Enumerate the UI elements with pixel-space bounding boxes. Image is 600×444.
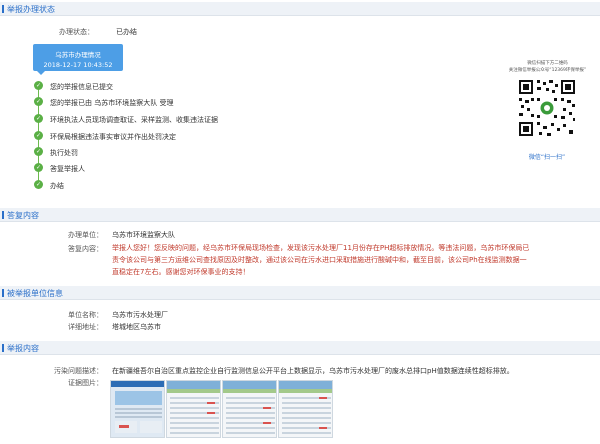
check-circle-icon: ✓ [34,131,43,140]
reply-content-value: 举报人您好！您反映的问题，经乌苏市环保局现场检查，发现该污水处理厂11月份存在P… [112,244,530,276]
timeline-step-label: 您的举报已由 乌苏市环境监察大队 受理 [50,99,174,107]
check-circle-icon: ✓ [34,180,43,189]
unit-name-value: 乌苏市污水处理厂 [112,311,168,319]
section-marker [2,5,4,13]
status-section-header: 举报办理状态 [0,2,600,16]
check-circle-icon: ✓ [34,147,43,156]
evidence-image-1[interactable] [110,380,165,438]
reply-content-label: 答复内容： [68,245,103,253]
evidence-image-4[interactable] [278,380,333,438]
section-title: 答复内容 [7,211,39,220]
reply-unit-label: 办理单位： [68,231,103,239]
city-box-datetime: 2018-12-17 10:43:52 [43,61,113,69]
problem-value: 在新疆维吾尔自治区重点监控企业自行监测信息公开平台上数据显示，乌苏市污水处理厂的… [112,367,514,375]
section-marker [2,211,4,219]
qr-note-line2: 关注微信举报公众号“12369环保举报” [508,68,587,73]
check-circle-icon: ✓ [34,81,43,90]
city-progress-box: 乌苏市办理情况 2018-12-17 10:43:52 [33,44,123,75]
timeline-step-label: 您的举报信息已提交 [50,83,113,91]
unit-address-label: 详细地址： [68,323,103,331]
evidence-image-2[interactable] [166,380,221,438]
section-title: 举报办理状态 [7,5,55,14]
status-value: 已办结 [116,28,137,36]
timeline-step-label: 答复举报人 [50,165,85,173]
check-circle-icon: ✓ [34,97,43,106]
unit-name-label: 单位名称： [68,311,103,319]
evidence-image-3[interactable] [222,380,277,438]
check-circle-icon: ✓ [34,114,43,123]
timeline-step-label: 环保局根据违法事实审议并作出处罚决定 [50,133,176,141]
section-marker [2,344,4,352]
problem-label: 污染问题描述： [54,367,103,375]
section-marker [2,289,4,297]
reply-unit-value: 乌苏市环境监察大队 [112,231,175,239]
report-section-header: 举报内容 [0,341,600,355]
evidence-label: 证据图片： [68,379,103,387]
timeline-step-label: 执行处罚 [50,149,78,157]
section-title: 被举报单位信息 [7,289,63,298]
unit-address-value: 塔城地区乌苏市 [112,323,161,331]
section-title: 举报内容 [7,344,39,353]
city-box-pointer [37,71,45,75]
timeline-step-label: 环境执法人员现场调查取证、采样监测、收集违法证据 [50,116,218,124]
check-circle-icon: ✓ [34,163,43,172]
qr-note-line1: 微信扫描下方二维码 [527,61,568,66]
city-box-title: 乌苏市办理情况 [55,51,101,59]
timeline-step-label: 办结 [50,182,64,190]
reported-unit-section-header: 被举报单位信息 [0,286,600,300]
qr-code-icon [517,78,577,138]
reply-section-header: 答复内容 [0,208,600,222]
qr-cta: 微信“扫一扫” [528,154,566,161]
status-label: 办理状态： [59,28,94,36]
